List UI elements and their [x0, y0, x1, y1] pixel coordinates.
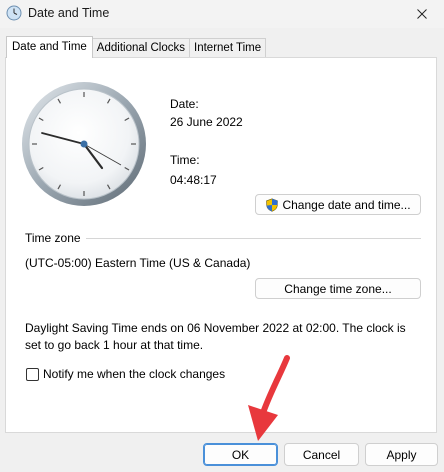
change-date-time-button[interactable]: Change date and time... — [255, 194, 421, 215]
change-time-zone-button[interactable]: Change time zone... — [255, 278, 421, 299]
tab-internet-time[interactable]: Internet Time — [189, 38, 267, 58]
date-value: 26 June 2022 — [170, 115, 243, 129]
close-icon — [417, 9, 427, 19]
time-label: Time: — [170, 153, 200, 167]
notify-label: Notify me when the clock changes — [43, 367, 226, 381]
dst-message: Daylight Saving Time ends on 06 November… — [25, 321, 406, 352]
notify-checkbox[interactable] — [26, 368, 39, 381]
time-zone-value: (UTC-05:00) Eastern Time (US & Canada) — [25, 256, 251, 270]
window-title: Date and Time — [28, 6, 110, 20]
tab-additional-clocks[interactable]: Additional Clocks — [91, 38, 191, 58]
cancel-button[interactable]: Cancel — [284, 443, 359, 466]
apply-button[interactable]: Apply — [365, 443, 438, 466]
time-zone-divider — [86, 238, 421, 239]
close-button[interactable] — [400, 0, 444, 28]
tab-panel: Date: 26 June 2022 Time: 04:48:17 Change… — [5, 57, 437, 433]
date-label: Date: — [170, 97, 199, 111]
clock-app-icon — [6, 5, 22, 21]
analog-clock — [22, 82, 146, 206]
time-zone-section-label: Time zone — [25, 231, 81, 245]
tab-strip: Date and Time Additional Clocks Internet… — [6, 36, 267, 58]
uac-shield-icon — [266, 197, 279, 212]
title-bar: Date and Time — [0, 0, 444, 28]
time-value: 04:48:17 — [170, 173, 217, 187]
date-time-dialog: Date and Time Date and Time Additional C… — [0, 0, 444, 472]
change-date-time-label: Change date and time... — [282, 197, 411, 212]
ok-button[interactable]: OK — [203, 443, 278, 466]
tab-date-and-time[interactable]: Date and Time — [6, 36, 93, 58]
